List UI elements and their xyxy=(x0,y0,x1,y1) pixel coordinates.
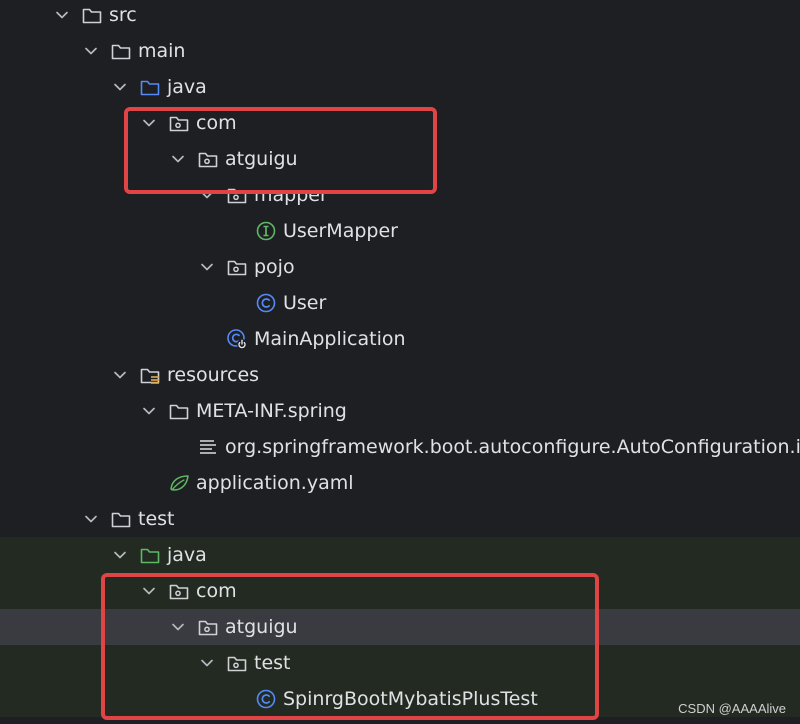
tree-row-label: application.yaml xyxy=(196,472,354,494)
tree-row-user[interactable]: User xyxy=(0,285,800,321)
chevron-down-icon[interactable] xyxy=(198,258,216,276)
chevron-down-icon[interactable] xyxy=(198,186,216,204)
source-folder-icon xyxy=(139,76,161,98)
chevron-down-icon[interactable] xyxy=(140,114,158,132)
tree-row-autoconfig-imports[interactable]: org.springframework.boot.autoconfigure.A… xyxy=(0,429,800,465)
tree-row-label: MainApplication xyxy=(254,328,406,350)
tree-row-label: java xyxy=(167,76,207,98)
chevron-down-icon[interactable] xyxy=(140,582,158,600)
interface-icon xyxy=(255,220,277,242)
package-icon xyxy=(197,148,219,170)
tree-row-atguigu-test[interactable]: atguigu xyxy=(0,609,800,645)
tree-row-com-test[interactable]: com xyxy=(0,573,800,609)
tree-row-meta-inf[interactable]: META-INF.spring xyxy=(0,393,800,429)
package-icon xyxy=(226,184,248,206)
package-icon xyxy=(197,616,219,638)
tree-row-label: User xyxy=(283,292,327,314)
test-folder-icon xyxy=(139,544,161,566)
package-icon xyxy=(226,652,248,674)
package-icon xyxy=(168,580,190,602)
tree-row-label: src xyxy=(109,4,137,26)
chevron-down-icon[interactable] xyxy=(111,546,129,564)
folder-icon xyxy=(81,4,103,26)
tree-row-mainapplication[interactable]: MainApplication xyxy=(0,321,800,357)
tree-row-main[interactable]: main xyxy=(0,33,800,69)
tree-row-label: java xyxy=(167,544,207,566)
tree-row-application-yaml[interactable]: application.yaml xyxy=(0,465,800,501)
tree-row-com-main[interactable]: com xyxy=(0,105,800,141)
spring-boot-class-icon xyxy=(226,328,248,350)
tree-row-src[interactable]: src xyxy=(0,0,800,33)
chevron-down-icon[interactable] xyxy=(169,618,187,636)
chevron-down-icon[interactable] xyxy=(82,510,100,528)
folder-icon xyxy=(168,400,190,422)
package-icon xyxy=(168,112,190,134)
tree-row-label: atguigu xyxy=(225,148,298,170)
tree-row-atguigu-main[interactable]: atguigu xyxy=(0,141,800,177)
tree-row-usermapper[interactable]: UserMapper xyxy=(0,213,800,249)
tree-row-label: resources xyxy=(167,364,260,386)
tree-row-label: META-INF.spring xyxy=(196,400,347,422)
chevron-down-icon[interactable] xyxy=(140,402,158,420)
chevron-down-icon[interactable] xyxy=(111,78,129,96)
tree-row-pojo[interactable]: pojo xyxy=(0,249,800,285)
tree-row-label: atguigu xyxy=(225,616,298,638)
class-icon xyxy=(255,292,277,314)
tree-row-label: com xyxy=(196,580,237,602)
tree-row-test-pkg[interactable]: test xyxy=(0,645,800,681)
tree-row-mapper[interactable]: mapper xyxy=(0,177,800,213)
text-file-icon xyxy=(197,436,219,458)
tree-row-label: main xyxy=(138,40,186,62)
chevron-down-icon[interactable] xyxy=(111,366,129,384)
tree-row-label: mapper xyxy=(254,184,328,206)
tree-row-label: UserMapper xyxy=(283,220,398,242)
tree-row-label: SpinrgBootMybatisPlusTest xyxy=(283,688,538,710)
resources-folder-icon xyxy=(139,364,161,386)
class-icon xyxy=(255,688,277,710)
tree-row-java-main[interactable]: java xyxy=(0,69,800,105)
chevron-down-icon[interactable] xyxy=(198,654,216,672)
spring-yaml-icon xyxy=(168,472,190,494)
tree-row-label: pojo xyxy=(254,256,295,278)
folder-icon xyxy=(110,40,132,62)
project-tree: src main java com atguigu mapper UserMapper poj… xyxy=(0,0,800,724)
chevron-down-icon[interactable] xyxy=(169,150,187,168)
tree-row-label: test xyxy=(254,652,291,674)
tree-row-java-test[interactable]: java xyxy=(0,537,800,573)
tree-row-label: org.springframework.boot.autoconfigure.A… xyxy=(225,436,800,458)
tree-row-test-class[interactable]: SpinrgBootMybatisPlusTest xyxy=(0,681,800,717)
tree-row-resources[interactable]: resources xyxy=(0,357,800,393)
tree-row-test[interactable]: test xyxy=(0,501,800,537)
chevron-down-icon[interactable] xyxy=(53,6,71,24)
chevron-down-icon[interactable] xyxy=(82,42,100,60)
folder-icon xyxy=(110,508,132,530)
package-icon xyxy=(226,256,248,278)
tree-row-label: test xyxy=(138,508,175,530)
tree-row-label: com xyxy=(196,112,237,134)
